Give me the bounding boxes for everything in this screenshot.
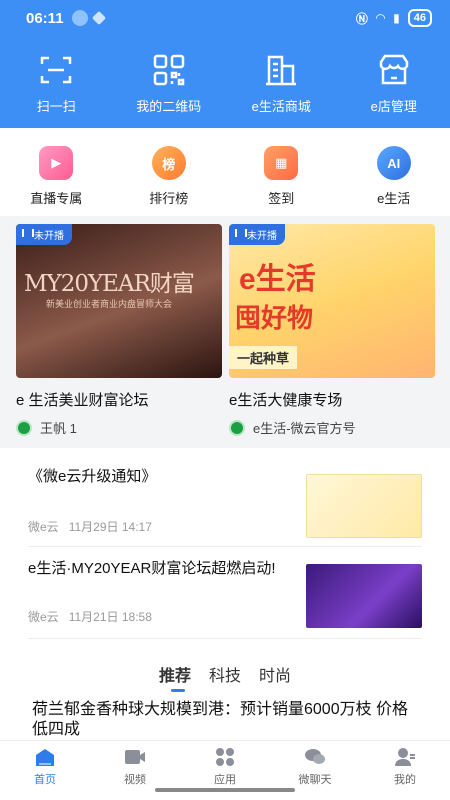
live-title: e生活大健康专场 — [229, 392, 343, 409]
news-item[interactable]: e生活·MY20YEAR财富论坛超燃启动! 微e云 11月21日 18:58 — [28, 558, 422, 638]
ranking-label: 排行榜 — [149, 191, 189, 206]
live-status-badge: 未开播 — [229, 224, 285, 245]
wifi-icon: ◠ — [375, 11, 386, 25]
ranking-icon: 榜 — [151, 146, 186, 180]
check-in-button[interactable]: ▦ 签到 — [236, 146, 326, 207]
author-name: e生活-微云官方号 — [253, 421, 356, 436]
nav-apps[interactable]: 应用 — [190, 747, 260, 800]
news-item[interactable]: 《微e云升级通知》 微e云 11月29日 14:17 — [28, 466, 422, 546]
news-date: 11月29日 14:17 — [68, 520, 152, 534]
nav-apps-label: 应用 — [214, 774, 236, 786]
nfc-icon: Ⓝ — [355, 11, 368, 26]
video-icon — [125, 750, 145, 764]
e-life-mall-label: e生活商城 — [251, 99, 311, 114]
e-life-mall-button[interactable]: e生活商城 — [231, 52, 331, 115]
e-shop-manage-button[interactable]: e店管理 — [344, 52, 444, 115]
check-in-label: 签到 — [268, 191, 295, 206]
news-source: 微e云 — [28, 610, 59, 624]
feed-tabs: 推荐 科技 时尚 — [0, 652, 450, 696]
e-life-label: e生活 — [377, 191, 411, 206]
news-meta: 微e云 11月21日 18:58 — [28, 608, 152, 625]
store-icon — [266, 55, 297, 86]
news-source: 微e云 — [28, 520, 59, 534]
profile-icon — [395, 748, 415, 766]
nav-chat[interactable]: 微聊天 — [280, 747, 350, 800]
top-quick-actions: 扫一扫 我的二维码 e生活商城 e店管理 — [0, 36, 450, 128]
news-list: 《微e云升级通知》 微e云 11月29日 14:17 e生活·MY20YEAR财… — [0, 448, 450, 653]
my-qrcode-label: 我的二维码 — [136, 99, 202, 114]
shop-manage-icon — [379, 54, 408, 85]
avatar — [16, 419, 32, 436]
news-title: e生活·MY20YEAR财富论坛超燃启动! — [28, 560, 276, 577]
nav-profile-label: 我的 — [394, 774, 416, 786]
my-qrcode-button[interactable]: 我的二维码 — [119, 52, 219, 115]
live-title: e 生活美业财富论坛 — [16, 392, 149, 409]
divider — [28, 546, 422, 547]
avatar — [229, 419, 245, 436]
tab-recommend[interactable]: 推荐 — [159, 662, 191, 692]
scan-label: 扫一扫 — [36, 99, 76, 114]
cover-headline: e生活 — [239, 263, 316, 296]
news-title: 《微e云升级通知》 — [28, 468, 157, 485]
e-shop-manage-label: e店管理 — [370, 99, 417, 114]
nav-home-label: 首页 — [34, 774, 56, 786]
live-camera-icon: ▶ — [39, 146, 74, 180]
nav-video-label: 视频 — [124, 774, 146, 786]
nav-profile[interactable]: 我的 — [370, 747, 440, 800]
scan-icon — [41, 56, 72, 84]
news-date: 11月21日 18:58 — [68, 610, 152, 624]
calendar-icon: ▦ — [264, 146, 299, 180]
news-meta: 微e云 11月29日 14:17 — [28, 518, 152, 535]
live-status-badge: 未开播 — [16, 224, 72, 245]
live-exclusive-button[interactable]: ▶ 直播专属 — [11, 146, 101, 207]
cover-headline: MY20YEAR财富 — [24, 271, 195, 297]
nav-home[interactable]: 首页 — [10, 747, 80, 800]
qrcode-icon — [153, 54, 184, 86]
home-icon — [36, 749, 54, 766]
status-time: 06:11 — [26, 9, 64, 27]
tab-tech[interactable]: 科技 — [209, 662, 241, 686]
news-thumbnail — [306, 474, 422, 538]
feed-headline: 荷兰郁金香种球大规模到港：预计销量6000万枝 价格低四成 — [32, 701, 409, 738]
live-cover-image: e生活 囤好物 一起种草 未开播 — [229, 224, 435, 378]
live-author: e生活-微云官方号 — [229, 418, 435, 437]
nav-chat-label: 微聊天 — [298, 774, 332, 786]
news-thumbnail — [306, 564, 422, 628]
cover-subtitle: 囤好物 — [235, 303, 314, 333]
apps-icon — [216, 748, 234, 766]
cover-tagline: 一起种草 — [229, 346, 298, 369]
nav-video[interactable]: 视频 — [100, 747, 170, 800]
scan-button[interactable]: 扫一扫 — [6, 52, 106, 115]
live-author: 王帆 1 — [16, 418, 222, 437]
battery-indicator: 46 — [407, 9, 432, 27]
sim-icon: ▮ — [393, 11, 400, 25]
cover-subtitle: 新美业创业者商业内盘冒师大会 — [46, 299, 173, 309]
app-notification-icon — [71, 10, 88, 26]
author-name: 王帆 1 — [40, 421, 77, 436]
ranking-button[interactable]: 榜 排行榜 — [124, 146, 214, 207]
divider — [28, 638, 422, 639]
home-indicator[interactable] — [155, 788, 295, 792]
tab-fashion[interactable]: 时尚 — [259, 662, 291, 686]
live-cover-image: MY20YEAR财富 新美业创业者商业内盘冒师大会 未开播 — [16, 224, 222, 378]
category-shortcuts: ▶ 直播专属 榜 排行榜 ▦ 签到 AI e生活 — [0, 128, 450, 216]
e-life-button[interactable]: AI e生活 — [349, 146, 439, 207]
live-card[interactable]: MY20YEAR财富 新美业创业者商业内盘冒师大会 未开播 e 生活美业财富论坛… — [16, 224, 222, 437]
status-bar: 06:11 Ⓝ ◠ ▮ 46 — [0, 0, 450, 36]
feed-item[interactable]: 荷兰郁金香种球大规模到港：预计销量6000万枝 价格低四成 — [0, 696, 450, 740]
ai-icon: AI — [376, 146, 411, 180]
live-card[interactable]: e生活 囤好物 一起种草 未开播 e生活大健康专场 e生活-微云官方号 — [229, 224, 435, 437]
notification-diamond-icon — [91, 10, 106, 26]
live-exclusive-label: 直播专属 — [30, 191, 83, 206]
chat-icon — [305, 749, 325, 764]
